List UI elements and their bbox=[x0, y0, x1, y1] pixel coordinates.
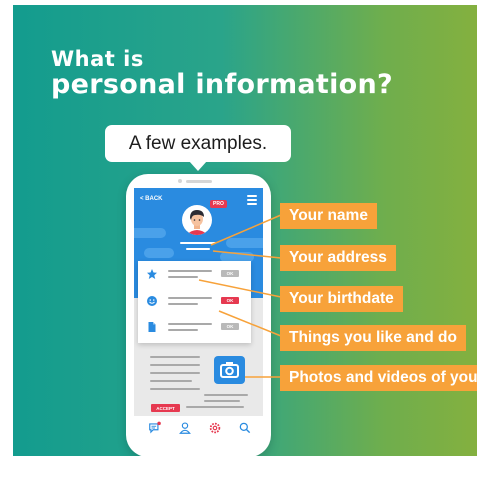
leader-line-name bbox=[210, 214, 282, 246]
leader-line-birthdate bbox=[198, 279, 282, 298]
leader-line-address bbox=[212, 250, 282, 259]
label-your-birthdate: Your birthdate bbox=[280, 286, 403, 312]
label-your-address: Your address bbox=[280, 245, 396, 271]
label-your-name: Your name bbox=[280, 203, 377, 229]
label-things-you-like: Things you like and do bbox=[280, 325, 466, 351]
label-photos-videos: Photos and videos of you bbox=[280, 365, 477, 391]
infographic: What is personal information? A few exam… bbox=[13, 5, 477, 456]
leader-line-likes bbox=[218, 310, 282, 337]
